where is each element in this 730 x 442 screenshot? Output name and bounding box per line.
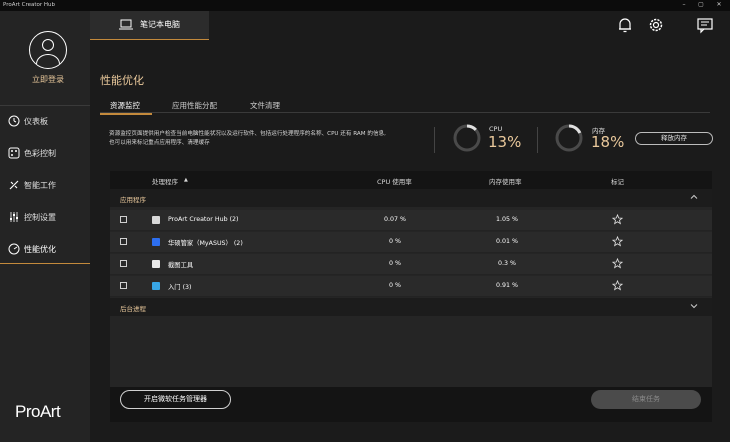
cpu-usage: 0.07 % [383,216,406,223]
window-title: ProArt Creator Hub [3,2,56,8]
device-tab-laptop[interactable]: 笔记本电脑 [90,11,209,40]
chevron-down-icon[interactable] [690,302,698,310]
open-task-manager-button[interactable]: 开启微软任务管理器 [120,390,231,409]
active-tab-indicator [100,113,152,115]
star-icon[interactable] [612,258,623,269]
sidebar-item-smart-work[interactable]: 智能工作 [0,170,90,200]
star-icon[interactable] [612,280,623,291]
table-header: 处理程序 ▲ CPU 使用率 内存使用率 标记 [110,171,712,189]
smart-work-icon [9,180,19,190]
avatar[interactable] [29,31,67,69]
sidebar-item-label: 性能优化 [24,245,56,254]
description-line: 也可以用来标记重点应用程序、清理缓存 [109,139,210,146]
memory-usage: 0.01 % [495,238,518,245]
title-bar: ProArt Creator Hub – ▢ ✕ [0,0,730,11]
minimize-button[interactable]: – [677,1,691,8]
page-title: 性能优化 [100,74,144,87]
action-bar: 开启微软任务管理器 结束任务 [110,387,712,422]
star-icon[interactable] [612,236,623,247]
cpu-usage: 0 % [389,238,401,245]
star-icon[interactable] [612,214,623,225]
snipping-tool-icon [152,260,160,268]
group-label: 后台进程 [120,305,146,313]
memory-usage: 1.05 % [495,216,518,223]
row-checkbox[interactable] [120,260,127,267]
column-cpu[interactable]: CPU 使用率 [377,176,412,186]
sidebar-item-label: 控制设置 [24,213,56,222]
sidebar-item-performance[interactable]: 性能优化 [0,234,90,264]
memory-usage: 0.91 % [495,282,518,289]
memory-usage: 0.3 % [498,260,516,267]
process-name: 入门 (3) [168,284,192,291]
sidebar: 立即登录 仪表板 色彩控制 智能工作 控制设置 性能优化 ProArt [0,11,90,442]
sidebar-item-label: 色彩控制 [24,149,56,158]
cpu-usage: 0 % [389,260,401,267]
cpu-value: 13% [488,133,522,151]
cpu-usage: 0 % [389,282,401,289]
row-checkbox[interactable] [120,238,127,245]
process-name: ProArt Creator Hub (2) [168,216,239,223]
device-tab-label: 笔记本电脑 [140,20,180,29]
column-mark: 标记 [611,178,624,186]
memory-gauge [555,124,583,152]
group-label: 应用程序 [120,196,146,204]
table-row[interactable]: ProArt Creator Hub (2) 0.07 % 1.05 % [110,210,712,231]
column-memory[interactable]: 内存使用率 [489,176,522,186]
gear-icon[interactable] [647,16,665,34]
sidebar-item-control-settings[interactable]: 控制设置 [0,202,90,232]
sliders-icon [10,212,18,222]
sidebar-item-label: 智能工作 [24,181,56,190]
group-applications[interactable]: 应用程序 [110,189,712,207]
close-button[interactable]: ✕ [712,1,726,8]
tab-bar: 资源监控 应用性能分配 文件清理 [100,99,710,113]
tab-app-performance[interactable]: 应用性能分配 [172,100,217,111]
proart-logo: ProArt [15,402,61,421]
table-row[interactable]: 华硕管家（MyASUS） (2) 0 % 0.01 % [110,232,712,253]
feedback-icon[interactable] [696,16,714,34]
chevron-up-icon[interactable] [690,193,698,201]
divider [434,127,435,153]
tab-file-cleanup[interactable]: 文件清理 [250,100,280,111]
sort-ascending-icon[interactable]: ▲ [184,177,188,183]
proart-app-icon [152,216,160,224]
login-link[interactable]: 立即登录 [0,74,96,85]
row-checkbox[interactable] [120,216,127,223]
column-process[interactable]: 处理程序 [152,176,178,186]
group-background-processes[interactable]: 后台进程 [110,298,712,316]
cpu-gauge [453,124,481,152]
tab-resource-monitor[interactable]: 资源监控 [110,100,140,111]
description-line: 资源监控页面提供用户检查当前电脑性能状况以及运行软件、包括运行处理程序的名称、C… [109,131,386,137]
get-started-app-icon [152,282,160,290]
sidebar-item-dashboard[interactable]: 仪表板 [0,106,90,136]
process-name: 华硕管家（MyASUS） (2) [168,240,243,247]
bell-icon[interactable] [616,16,634,34]
sidebar-item-color-control[interactable]: 色彩控制 [0,138,90,168]
divider [537,127,538,153]
end-task-button[interactable]: 结束任务 [591,390,701,409]
table-row[interactable]: 截图工具 0 % 0.3 % [110,254,712,275]
laptop-icon [119,19,133,30]
dashboard-icon [8,115,20,127]
release-memory-button[interactable]: 释放内存 [635,132,713,145]
row-checkbox[interactable] [120,282,127,289]
myasus-app-icon [152,238,160,246]
process-name: 截图工具 [168,262,194,269]
process-table: 处理程序 ▲ CPU 使用率 内存使用率 标记 应用程序 ProArt Crea… [110,171,712,387]
page-description: 资源监控页面提供用户检查当前电脑性能状况以及运行软件、包括运行处理程序的名称、C… [109,130,419,147]
memory-value: 18% [591,133,625,151]
cpu-label: CPU [489,125,503,133]
main-content: 笔记本电脑 性能优化 资源监控 应用性能分配 文件清理 资源监控页面提供用户检查… [90,11,730,442]
table-row[interactable]: 入门 (3) 0 % 0.91 % [110,276,712,297]
maximize-button[interactable]: ▢ [694,1,708,8]
color-palette-icon [8,147,20,159]
performance-icon [8,243,20,255]
sidebar-item-label: 仪表板 [24,117,48,126]
